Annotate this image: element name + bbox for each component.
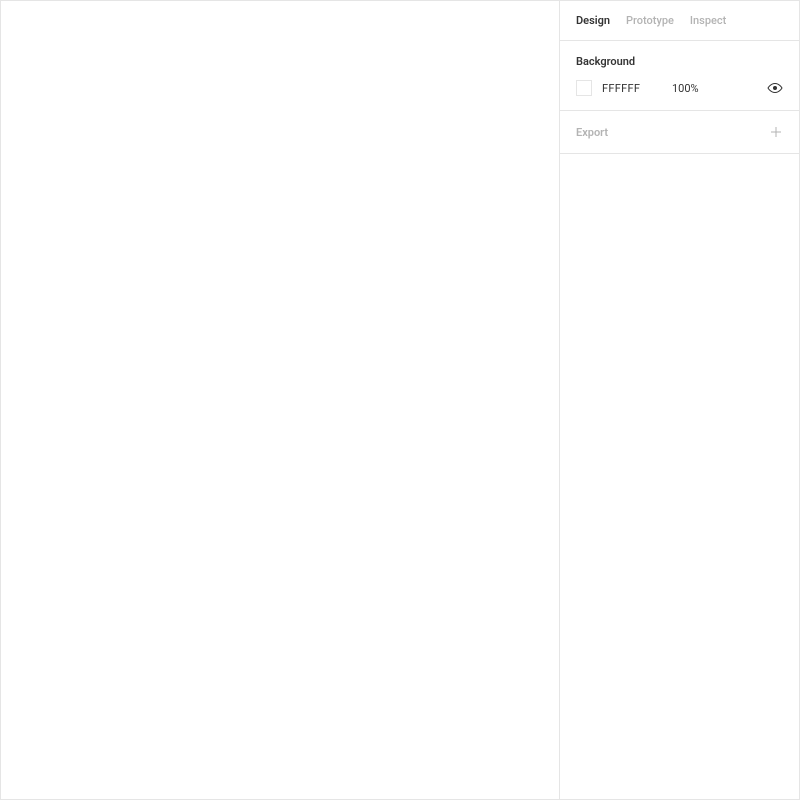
tab-design[interactable]: Design — [576, 14, 610, 27]
app-container: Design Prototype Inspect Background FFFF… — [0, 0, 800, 800]
panel-tabs: Design Prototype Inspect — [560, 1, 799, 41]
canvas-area[interactable] — [1, 1, 559, 799]
background-label: Background — [576, 55, 783, 68]
tab-inspect[interactable]: Inspect — [690, 14, 726, 27]
color-swatch[interactable] — [576, 80, 592, 96]
export-section: Export — [560, 111, 799, 154]
background-row: FFFFFF 100% — [576, 80, 783, 96]
properties-panel: Design Prototype Inspect Background FFFF… — [559, 1, 799, 799]
tab-prototype[interactable]: Prototype — [626, 14, 674, 27]
opacity-input[interactable]: 100% — [672, 82, 722, 95]
background-section: Background FFFFFF 100% — [560, 41, 799, 111]
hex-input[interactable]: FFFFFF — [602, 82, 662, 95]
visibility-toggle-icon[interactable] — [767, 80, 783, 96]
export-label: Export — [576, 126, 608, 139]
add-export-icon[interactable] — [769, 125, 783, 139]
